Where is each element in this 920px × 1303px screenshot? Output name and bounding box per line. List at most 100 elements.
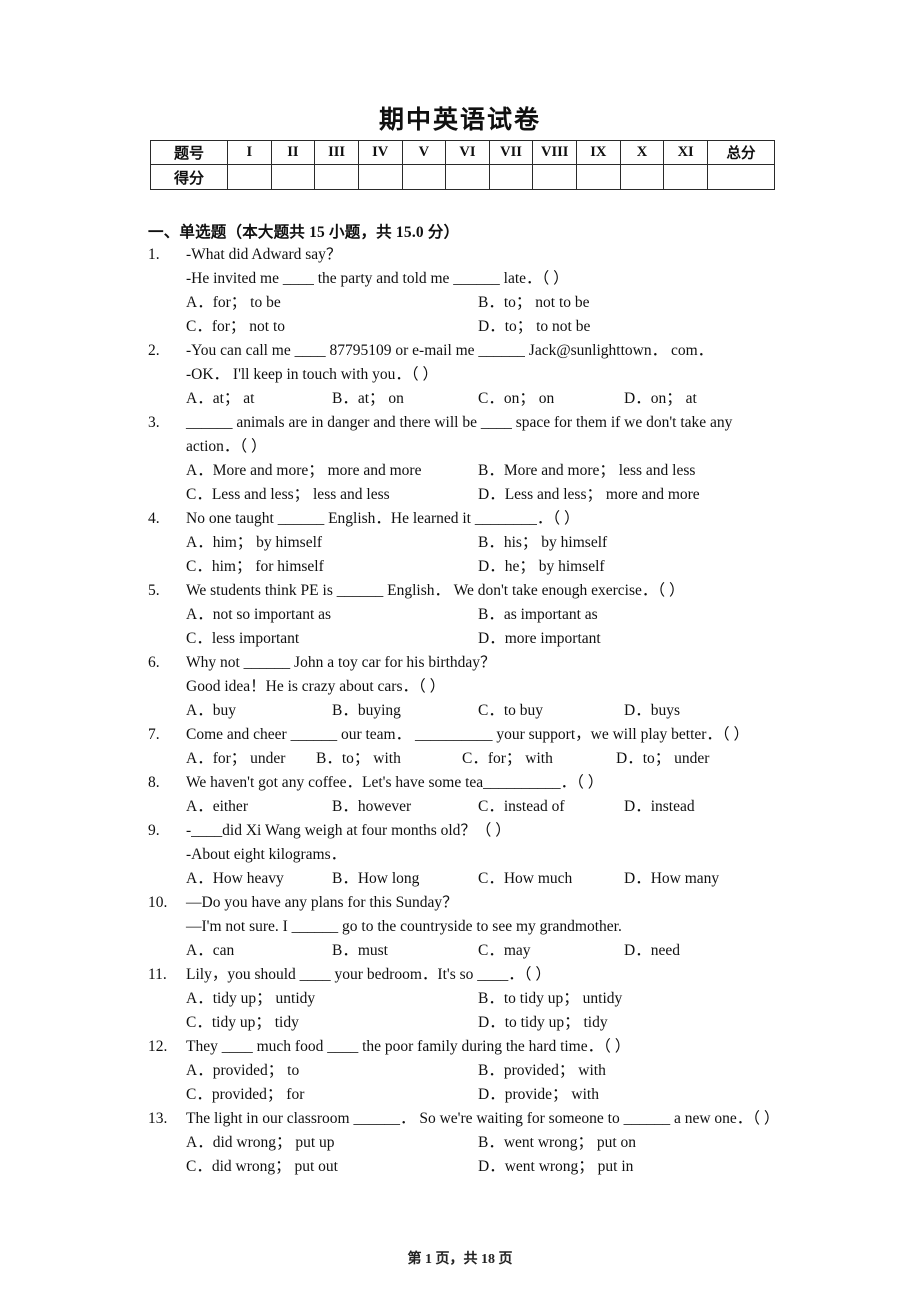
question-body: Why not ______ John a toy car for his bi… bbox=[186, 651, 788, 723]
answer-option[interactable]: B．as important as bbox=[478, 603, 598, 627]
score-cell-1[interactable] bbox=[227, 164, 272, 190]
answer-option[interactable]: C．provided； for bbox=[186, 1083, 304, 1107]
option-row: C．for； not to D．to； to not be bbox=[186, 315, 788, 339]
answer-option[interactable]: A．at； at bbox=[186, 387, 254, 411]
option-row: C．tidy up； tidy D．to tidy up； tidy bbox=[186, 1011, 788, 1035]
column-header-8: VIII bbox=[532, 140, 577, 165]
answer-option[interactable]: D．to tidy up； tidy bbox=[478, 1011, 608, 1035]
question-item: 9. -____did Xi Wang weigh at four months … bbox=[148, 819, 788, 891]
answer-option[interactable]: D．need bbox=[624, 939, 680, 963]
answer-option[interactable]: B．his； by himself bbox=[478, 531, 607, 555]
answer-option[interactable]: B．to tidy up； untidy bbox=[478, 987, 622, 1011]
answer-option[interactable]: A．not so important as bbox=[186, 603, 331, 627]
answer-option[interactable]: B．to； with bbox=[316, 747, 401, 771]
question-item: 5. We students think PE is ______ English… bbox=[148, 579, 788, 651]
answer-option[interactable]: A．can bbox=[186, 939, 234, 963]
option-row: A．can B．must C．may D．need bbox=[186, 939, 788, 963]
option-row: A．him； by himself B．his； by himself bbox=[186, 531, 788, 555]
answer-option[interactable]: C．less important bbox=[186, 627, 299, 651]
answer-option[interactable]: A．either bbox=[186, 795, 248, 819]
answer-option[interactable]: B．More and more； less and less bbox=[478, 459, 695, 483]
answer-option[interactable]: A．buy bbox=[186, 699, 236, 723]
answer-option[interactable]: B．How long bbox=[332, 867, 419, 891]
answer-option[interactable]: C．tidy up； tidy bbox=[186, 1011, 299, 1035]
question-text-line: The light in our classroom ______． So we… bbox=[186, 1110, 780, 1127]
question-text-line: -He invited me ____ the party and told m… bbox=[186, 270, 569, 287]
option-row: C．did wrong； put out D．went wrong； put in bbox=[186, 1155, 788, 1179]
score-cell-3[interactable] bbox=[314, 164, 359, 190]
score-cell-8[interactable] bbox=[532, 164, 577, 190]
question-item: 11. Lily，you should ____ your bedroom．It'… bbox=[148, 963, 788, 1035]
score-cell-6[interactable] bbox=[445, 164, 490, 190]
question-number: 4. bbox=[148, 510, 160, 527]
question-item: 7. Come and cheer ______ our team． ______… bbox=[148, 723, 788, 771]
column-header-6: VI bbox=[445, 140, 490, 165]
answer-option[interactable]: B．at； on bbox=[332, 387, 404, 411]
answer-option[interactable]: D．Less and less； more and more bbox=[478, 483, 700, 507]
question-text-line: Why not ______ John a toy car for his bi… bbox=[186, 654, 496, 671]
question-number: 3. bbox=[148, 414, 160, 431]
answer-option[interactable]: B．provided； with bbox=[478, 1059, 606, 1083]
option-row: A．for； to be B．to； not to be bbox=[186, 291, 788, 315]
answer-option[interactable]: C．may bbox=[478, 939, 531, 963]
answer-option[interactable]: B．however bbox=[332, 795, 411, 819]
answer-option[interactable]: C．him； for himself bbox=[186, 555, 324, 579]
column-header-11: XI bbox=[663, 140, 708, 165]
answer-option[interactable]: A．did wrong； put up bbox=[186, 1131, 335, 1155]
answer-option[interactable]: A．How heavy bbox=[186, 867, 284, 891]
answer-option[interactable]: D．buys bbox=[624, 699, 680, 723]
score-cell-7[interactable] bbox=[488, 164, 534, 190]
score-cell-2[interactable] bbox=[270, 164, 316, 190]
score-cell-9[interactable] bbox=[576, 164, 621, 190]
answer-option[interactable]: A．him； by himself bbox=[186, 531, 322, 555]
answer-option[interactable]: C．on； on bbox=[478, 387, 554, 411]
answer-option[interactable]: D．went wrong； put in bbox=[478, 1155, 633, 1179]
answer-option[interactable]: D．to； under bbox=[616, 747, 709, 771]
answer-option[interactable]: D．to； to not be bbox=[478, 315, 590, 339]
answer-option[interactable]: C．How much bbox=[478, 867, 572, 891]
score-cell-4[interactable] bbox=[357, 164, 403, 190]
answer-option[interactable]: D．instead bbox=[624, 795, 695, 819]
question-number: 11. bbox=[148, 966, 167, 983]
score-cell-5[interactable] bbox=[401, 164, 447, 190]
answer-option[interactable]: A．More and more； more and more bbox=[186, 459, 421, 483]
answer-option[interactable]: B．buying bbox=[332, 699, 401, 723]
question-text-line: They ____ much food ____ the poor family… bbox=[186, 1038, 631, 1055]
answer-option[interactable]: C．to buy bbox=[478, 699, 543, 723]
answer-option[interactable]: C．for； with bbox=[462, 747, 553, 771]
answer-option[interactable]: A．for； to be bbox=[186, 291, 281, 315]
answer-option[interactable]: D．he； by himself bbox=[478, 555, 605, 579]
question-body: We haven't got any coffee．Let's have som… bbox=[186, 771, 788, 819]
answer-option[interactable]: C．did wrong； put out bbox=[186, 1155, 338, 1179]
score-cell-total[interactable] bbox=[707, 164, 775, 190]
score-cell-10[interactable] bbox=[619, 164, 665, 190]
answer-option[interactable]: C．for； not to bbox=[186, 315, 285, 339]
question-text-line: -You can call me ____ 87795109 or e-mail… bbox=[186, 342, 714, 359]
answer-option[interactable]: D．provide； with bbox=[478, 1083, 599, 1107]
option-row: A．buy B．buying C．to buy D．buys bbox=[186, 699, 788, 723]
score-cell-11[interactable] bbox=[663, 164, 708, 190]
question-item: 4. No one taught ______ English．He learne… bbox=[148, 507, 788, 579]
option-row: A．at； at B．at； on C．on； on D．on； at bbox=[186, 387, 788, 411]
question-number: 6. bbox=[148, 654, 160, 671]
answer-option[interactable]: A．tidy up； untidy bbox=[186, 987, 315, 1011]
answer-option[interactable]: D．on； at bbox=[624, 387, 697, 411]
answer-option[interactable]: B．must bbox=[332, 939, 388, 963]
answer-option[interactable]: B．to； not to be bbox=[478, 291, 590, 315]
answer-option[interactable]: A．for； under bbox=[186, 747, 285, 771]
answer-option[interactable]: B．went wrong； put on bbox=[478, 1131, 636, 1155]
answer-option[interactable]: C．instead of bbox=[478, 795, 565, 819]
answer-option[interactable]: A．provided； to bbox=[186, 1059, 299, 1083]
question-item: 10. —Do you have any plans for this Sunda… bbox=[148, 891, 788, 963]
answer-option[interactable]: D．more important bbox=[478, 627, 601, 651]
question-text-line: -About eight kilograms． bbox=[186, 846, 347, 863]
question-text-line: —Do you have any plans for this Sunday？ bbox=[186, 894, 458, 911]
column-header-7: VII bbox=[488, 140, 534, 165]
column-header-10: X bbox=[619, 140, 665, 165]
question-text-line: -What did Adward say？ bbox=[186, 246, 342, 263]
question-body: The light in our classroom ______． So we… bbox=[186, 1107, 788, 1179]
column-header-4: IV bbox=[357, 140, 403, 165]
answer-option[interactable]: D．How many bbox=[624, 867, 719, 891]
option-row: C．him； for himself D．he； by himself bbox=[186, 555, 788, 579]
answer-option[interactable]: C．Less and less； less and less bbox=[186, 483, 390, 507]
